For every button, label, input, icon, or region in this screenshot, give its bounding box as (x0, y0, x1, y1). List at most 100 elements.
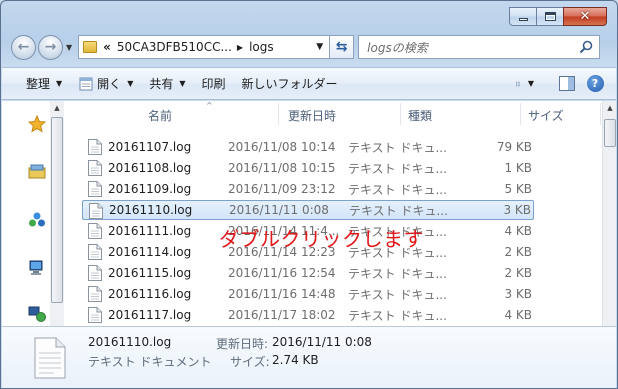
file-size: 5 KB (504, 182, 532, 196)
organize-menu[interactable]: 整理 ▼ (18, 72, 70, 96)
forward-button[interactable]: → (38, 34, 63, 60)
command-bar: 整理 ▼ 開く ▼ 共有 ▼ 印刷 新しいフォルダー ▼ ? (2, 67, 616, 100)
address-overflow[interactable]: « (103, 40, 111, 54)
file-name: 20161117.log (108, 308, 192, 322)
file-type: テキスト ドキュ... (348, 161, 447, 176)
scroll-up-icon[interactable]: ▲ (50, 101, 64, 115)
column-modified[interactable]: 更新日時 (288, 107, 336, 124)
computer-icon[interactable] (28, 259, 46, 277)
text-document-icon (88, 307, 102, 323)
file-row[interactable]: 20161115.log 2016/11/16 12:54 テキスト ドキュ... 2… (82, 263, 534, 283)
file-name: 20161116.log (108, 287, 192, 301)
maximize-button[interactable] (536, 7, 563, 26)
new-folder-button[interactable]: 新しいフォルダー (234, 72, 346, 96)
details-modified-label: 更新日時: (216, 337, 269, 351)
column-divider[interactable] (520, 103, 521, 125)
breadcrumb-separator-icon[interactable]: ▶ (237, 43, 243, 52)
file-size: 3 KB (504, 287, 532, 301)
chevron-down-icon: ▼ (127, 79, 134, 88)
file-size: 4 KB (504, 224, 532, 238)
file-row[interactable]: 20161110.log 2016/11/11 0:08 テキスト ドキュ... 3 … (82, 200, 534, 220)
details-file-type: テキスト ドキュメント (88, 355, 212, 369)
libraries-icon[interactable] (28, 163, 46, 181)
column-divider[interactable] (278, 103, 279, 125)
preview-pane-button[interactable] (558, 75, 576, 93)
new-folder-label: 新しいフォルダー (241, 77, 338, 91)
open-document-icon (79, 77, 93, 90)
scrollbar-thumb[interactable] (604, 119, 616, 147)
help-icon: ? (586, 75, 604, 92)
details-size-value: 2.74 KB (272, 353, 319, 367)
network-icon[interactable] (28, 305, 46, 323)
address-bar[interactable]: « 50CA3DFB510CC... ▶ logs ▼ (78, 35, 331, 59)
search-icon[interactable] (579, 40, 593, 54)
file-name: 20161107.log (108, 140, 192, 154)
file-type: テキスト ドキュ... (348, 182, 447, 197)
minimize-button[interactable] (509, 7, 536, 26)
print-label: 印刷 (201, 77, 226, 91)
view-options-button[interactable]: ▼ (516, 75, 534, 93)
navigation-pane-scrollbar[interactable]: ▲ (50, 101, 64, 326)
share-menu[interactable]: 共有 ▼ (141, 72, 193, 96)
text-document-icon (88, 181, 102, 197)
sort-ascending-icon: ^ (206, 101, 213, 110)
recent-pages-dropdown[interactable]: ▼ (66, 43, 72, 52)
file-type: テキスト ドキュ... (349, 203, 448, 218)
back-button[interactable]: ← (11, 34, 36, 60)
favorites-star-icon[interactable] (28, 115, 46, 133)
search-input[interactable]: logsの検索 (358, 35, 601, 59)
instruction-annotation: ダブルクリックします (219, 227, 424, 251)
file-row[interactable]: 20161117.log 2016/11/17 18:02 テキスト ドキュ... 4… (82, 305, 534, 325)
print-button[interactable]: 印刷 (194, 72, 234, 96)
address-dropdown-icon[interactable]: ▼ (316, 42, 323, 52)
file-size: 79 KB (496, 140, 532, 154)
column-divider[interactable] (400, 103, 401, 125)
back-arrow-icon: ← (17, 39, 30, 55)
file-size: 2 KB (504, 245, 532, 259)
text-document-icon (88, 139, 102, 155)
column-name[interactable]: 名前 (148, 107, 172, 124)
chevron-down-icon: ▼ (179, 79, 186, 88)
help-button[interactable]: ? (586, 75, 604, 93)
breadcrumb-current[interactable]: logs (249, 40, 274, 54)
file-size: 3 KB (503, 203, 531, 217)
file-name: 20161109.log (108, 182, 192, 196)
file-list-scrollbar[interactable]: ▲ (602, 101, 616, 326)
chevron-down-icon: ▼ (527, 79, 534, 88)
file-modified: 2016/11/11 0:08 (229, 203, 329, 217)
breadcrumb-parent[interactable]: 50CA3DFB510CC... (117, 40, 232, 54)
column-header: ^ 名前 更新日時 種類 サイズ (64, 101, 602, 129)
file-row[interactable]: 20161107.log 2016/11/08 10:14 テキスト ドキュ... 7… (82, 137, 534, 157)
text-document-icon (88, 160, 102, 176)
details-pane: 20161110.log テキスト ドキュメント 更新日時: 2016/11/1… (2, 326, 616, 388)
file-name: 20161110.log (109, 203, 193, 217)
refresh-button[interactable]: ⇆ (330, 35, 355, 59)
file-row[interactable]: 20161108.log 2016/11/08 10:15 テキスト ドキュ... 1… (82, 158, 534, 178)
column-size[interactable]: サイズ (528, 107, 564, 124)
file-name: 20161114.log (108, 245, 192, 259)
file-size: 2 KB (504, 266, 532, 280)
file-type: テキスト ドキュ... (348, 266, 447, 281)
scrollbar-thumb[interactable] (51, 117, 63, 303)
file-modified: 2016/11/08 10:14 (228, 140, 336, 154)
view-controls: ▼ ? (516, 75, 616, 93)
main-area: ▲ ^ 名前 更新日時 種類 サイズ 20161107.log 2016/11/0… (2, 101, 616, 326)
file-row[interactable]: 20161116.log 2016/11/16 14:48 テキスト ドキュ... 3… (82, 284, 534, 304)
search-placeholder: logsの検索 (367, 40, 428, 55)
file-type: テキスト ドキュ... (348, 140, 447, 155)
details-modified-value: 2016/11/11 0:08 (272, 335, 372, 349)
file-modified: 2016/11/09 23:12 (228, 182, 336, 196)
navigation-pane: ▲ (2, 101, 64, 326)
file-modified: 2016/11/17 18:02 (228, 308, 336, 322)
homegroup-icon[interactable] (28, 211, 46, 229)
preview-pane-icon (559, 76, 575, 91)
column-divider[interactable] (600, 103, 601, 125)
column-type[interactable]: 種類 (408, 107, 432, 124)
scroll-up-icon[interactable]: ▲ (603, 101, 616, 115)
close-button[interactable]: ✕ (563, 7, 607, 26)
details-size-label: サイズ: (230, 355, 270, 369)
open-menu[interactable]: 開く ▼ (70, 72, 141, 96)
file-size: 4 KB (504, 308, 532, 322)
text-document-icon (34, 337, 66, 379)
file-row[interactable]: 20161109.log 2016/11/09 23:12 テキスト ドキュ... 5… (82, 179, 534, 199)
